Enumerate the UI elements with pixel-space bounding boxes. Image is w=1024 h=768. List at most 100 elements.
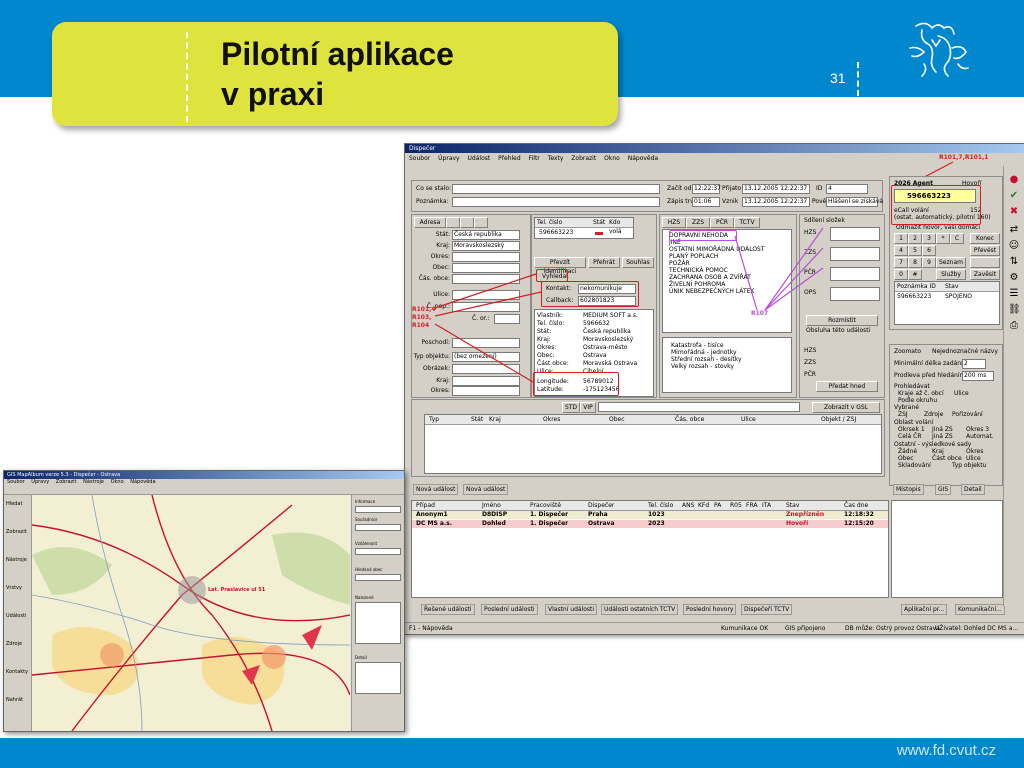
- key-9[interactable]: 9: [922, 257, 936, 268]
- option-radio[interactable]: Okrsek 1: [898, 426, 925, 433]
- option-radio[interactable]: Část obce: [932, 455, 962, 462]
- map-tool[interactable]: Události: [6, 613, 26, 619]
- tab-mistopis[interactable]: Místopis: [893, 484, 924, 495]
- menu-item[interactable]: Nástroje: [83, 479, 104, 485]
- map-tool[interactable]: Nástroje: [6, 557, 27, 563]
- sort-icon[interactable]: ⇅: [1008, 256, 1020, 268]
- tab-gis[interactable]: GIS: [935, 484, 952, 495]
- tab-footer[interactable]: Řešené události: [421, 604, 475, 615]
- footer-url[interactable]: www.fd.cvut.cz: [897, 742, 996, 759]
- table-row[interactable]: DC MS a.s. Dohled 1. Dispečer Ostrava 20…: [412, 520, 888, 528]
- list-button[interactable]: Seznam: [936, 257, 966, 268]
- agent-notes[interactable]: [891, 500, 1003, 598]
- map-tool[interactable]: Vrstvy: [6, 585, 22, 591]
- option-radio[interactable]: Kraj: [932, 448, 944, 455]
- tab-footer[interactable]: Dispečeři TCTV: [741, 604, 793, 615]
- option-checkbox[interactable]: Pořizování: [952, 411, 983, 418]
- slide-title: Pilotní aplikace v praxi: [221, 34, 454, 114]
- tab-new-event[interactable]: Nová událost: [413, 484, 459, 495]
- option-radio[interactable]: Ulice: [966, 455, 981, 462]
- delay-select[interactable]: 200 ms: [962, 371, 994, 381]
- option-radio[interactable]: Okres: [966, 448, 983, 455]
- tab-footer[interactable]: Poslední hovory: [683, 604, 737, 615]
- option-radio[interactable]: Celá ČR: [898, 433, 922, 440]
- transfer-button[interactable]: Převést: [970, 245, 1000, 256]
- map-tool[interactable]: Hledat: [6, 501, 22, 507]
- panel-field[interactable]: [355, 506, 401, 513]
- panel-field[interactable]: [355, 548, 401, 555]
- key-star[interactable]: *: [936, 233, 950, 244]
- list-icon[interactable]: ☰: [1008, 288, 1020, 300]
- check-icon[interactable]: ✔: [1008, 190, 1020, 202]
- option-checkbox[interactable]: Skladování: [898, 462, 931, 469]
- panel-list[interactable]: [355, 602, 401, 644]
- alarm-icon[interactable]: ●: [1008, 174, 1020, 186]
- key-4[interactable]: 4: [894, 245, 908, 256]
- menu-item[interactable]: Úpravy: [31, 479, 49, 485]
- key-c[interactable]: C: [950, 233, 964, 244]
- tab-new-event-2[interactable]: Nová událost: [463, 484, 509, 495]
- key-0[interactable]: 0: [894, 269, 908, 280]
- show-gis-button[interactable]: Zobrazit v GSL: [812, 402, 880, 413]
- cell: D8DISP: [482, 511, 508, 518]
- tab-std[interactable]: STD: [562, 402, 580, 413]
- search-input[interactable]: [598, 402, 800, 412]
- tab-vip[interactable]: VIP: [580, 402, 596, 413]
- zoom-checkbox[interactable]: Zoomato: [894, 348, 921, 355]
- key-6[interactable]: 6: [922, 245, 936, 256]
- key-hash[interactable]: #: [908, 269, 922, 280]
- key-1[interactable]: 1: [894, 233, 908, 244]
- close-icon[interactable]: ✖: [1008, 206, 1020, 218]
- tab-detail[interactable]: Detail: [961, 484, 985, 495]
- menu-item[interactable]: Nápověda: [130, 479, 155, 485]
- link-icon[interactable]: ⛓: [1008, 304, 1021, 316]
- option-radio[interactable]: Okres 3: [966, 426, 989, 433]
- option-radio[interactable]: Obec: [898, 455, 914, 462]
- tab-comm[interactable]: Komunikační...: [955, 604, 1005, 615]
- panel-field[interactable]: [355, 524, 401, 531]
- contact-id[interactable]: 596663223: [897, 293, 931, 300]
- key-8[interactable]: 8: [908, 257, 922, 268]
- key-7[interactable]: 7: [894, 257, 908, 268]
- map-tool[interactable]: Zdroje: [6, 641, 22, 647]
- min-length-field[interactable]: 2: [962, 359, 986, 369]
- gear-icon[interactable]: ⚙: [1008, 272, 1020, 284]
- menu-item[interactable]: Zobrazit: [56, 479, 77, 485]
- hangup-button[interactable]: Zavěsit: [970, 269, 1000, 280]
- option-checkbox[interactable]: Typ objektu: [952, 462, 986, 469]
- option-checkbox[interactable]: ZSJ: [898, 411, 908, 418]
- map-canvas[interactable]: Lat. Praslavice ul 51: [31, 494, 351, 731]
- menu-item[interactable]: Soubor: [7, 479, 25, 485]
- option-radio[interactable]: Jiná ZS: [932, 433, 953, 440]
- col-header: FRA: [746, 502, 758, 509]
- map-tool[interactable]: Kontakty: [6, 669, 28, 675]
- tab-footer[interactable]: Vlastní události: [545, 604, 598, 615]
- key-3[interactable]: 3: [922, 233, 936, 244]
- person-icon[interactable]: ☺: [1008, 240, 1020, 252]
- print-icon[interactable]: ⎙: [1008, 320, 1020, 332]
- option-checkbox[interactable]: Zdroje: [924, 411, 943, 418]
- option-radio[interactable]: Žádné: [898, 448, 917, 455]
- services-button[interactable]: Služby: [936, 269, 966, 280]
- option-checkbox[interactable]: Podle okruhu: [898, 397, 937, 404]
- tab-footer[interactable]: Události ostatních TCTV: [601, 604, 679, 615]
- option-radio[interactable]: Automat.: [966, 433, 994, 440]
- menu-item[interactable]: Okno: [111, 479, 124, 485]
- map-tool[interactable]: Nahrát: [6, 697, 23, 703]
- option-checkbox[interactable]: Ulice: [954, 390, 969, 397]
- pause-button[interactable]: [970, 257, 1000, 268]
- key-5[interactable]: 5: [908, 245, 922, 256]
- ambiguous-checkbox[interactable]: Nejednoznačné názvy: [932, 348, 998, 355]
- key-2[interactable]: 2: [908, 233, 922, 244]
- table-row[interactable]: Anonym1 D8DISP 1. Dispečer Praha 1023 Zn…: [412, 511, 888, 519]
- panel-detail[interactable]: [355, 662, 401, 694]
- option-radio[interactable]: Jiná ZS: [932, 426, 953, 433]
- option-checkbox[interactable]: Kraje až č. obcí: [898, 390, 944, 397]
- tab-app[interactable]: Aplikační pr...: [901, 604, 948, 615]
- arrows-icon[interactable]: ⇄: [1008, 224, 1020, 236]
- map-tool[interactable]: Zobrazit: [6, 529, 27, 535]
- panel-field[interactable]: [355, 574, 401, 581]
- tab-footer[interactable]: Poslední události: [481, 604, 538, 615]
- finish-button[interactable]: Konec: [970, 233, 1000, 244]
- map-drawing: [31, 494, 351, 731]
